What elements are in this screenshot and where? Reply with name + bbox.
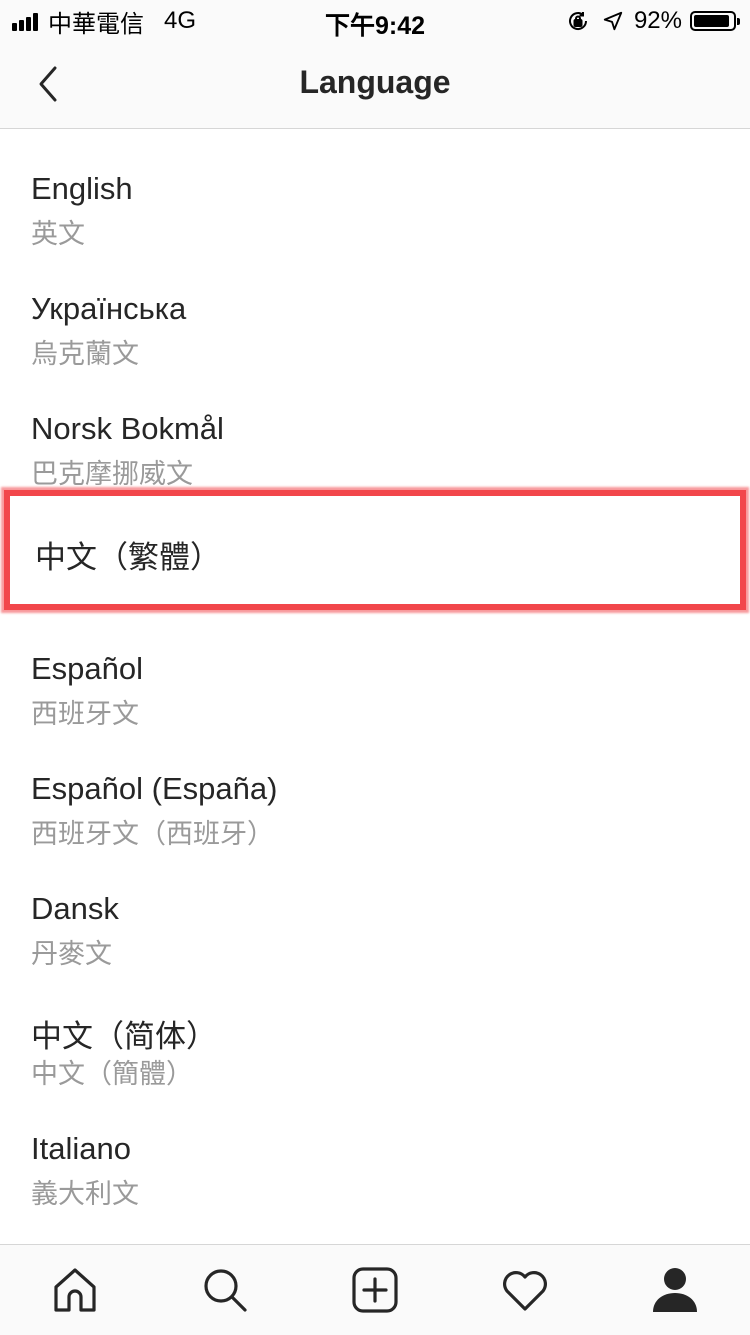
language-item-ukrainian[interactable]: Українська 烏克蘭文 [0, 250, 750, 370]
language-item-spanish[interactable]: Español 西班牙文 [0, 610, 750, 730]
add-post-icon [350, 1265, 400, 1315]
language-name: Español [31, 651, 144, 686]
language-name: Italiano [31, 1131, 131, 1166]
language-item-chinese-simplified[interactable]: 中文（简体） 中文（簡體） [0, 970, 750, 1090]
language-native-name: 烏克蘭文 [31, 339, 139, 369]
language-item-english[interactable]: English 英文 [0, 130, 750, 250]
heart-icon [499, 1265, 551, 1315]
language-native-name: 西班牙文 [31, 699, 139, 729]
search-icon [200, 1265, 250, 1315]
language-name: Norsk Bokmål [31, 411, 224, 446]
language-native-name: 中文（簡體） [31, 1059, 193, 1089]
battery-icon [690, 11, 740, 31]
language-item-danish[interactable]: Dansk 丹麥文 [0, 850, 750, 970]
language-native-name: 西班牙文（西班牙） [31, 819, 274, 849]
status-bar: 中華電信 4G 下午9:42 92% [0, 0, 750, 40]
profile-icon [650, 1265, 700, 1315]
language-native-name: 巴克摩挪威文 [31, 459, 193, 489]
page-title: Language [299, 64, 451, 100]
language-item-spanish-spain[interactable]: Español (España) 西班牙文（西班牙） [0, 730, 750, 850]
language-item-norwegian[interactable]: Norsk Bokmål 巴克摩挪威文 [0, 370, 750, 490]
language-native-name: 丹麥文 [31, 939, 112, 969]
language-name: Українська [31, 291, 187, 326]
language-name: 中文（简体） [31, 1019, 217, 1054]
status-right: 92% [566, 6, 740, 36]
tab-profile[interactable] [635, 1250, 715, 1330]
language-item-chinese-traditional-selected[interactable]: 中文（繁體） [4, 490, 746, 610]
language-item-italian[interactable]: Italiano 義大利文 [0, 1090, 750, 1210]
tab-search[interactable] [185, 1250, 265, 1330]
nav-bar: Language [0, 40, 750, 129]
language-name: Español (España) [31, 771, 278, 806]
orientation-lock-icon [566, 9, 590, 33]
language-list: English 英文 Українська 烏克蘭文 Norsk Bokmål … [0, 130, 750, 1210]
home-icon [50, 1265, 100, 1315]
language-name: English [31, 171, 133, 206]
language-native-name: 義大利文 [31, 1179, 139, 1209]
tab-bar [0, 1244, 750, 1335]
tab-activity[interactable] [485, 1250, 565, 1330]
location-icon [602, 10, 624, 32]
language-name: 中文（繁體） [35, 540, 221, 575]
tab-home[interactable] [35, 1250, 115, 1330]
tab-new-post[interactable] [335, 1250, 415, 1330]
language-name: Dansk [31, 891, 119, 926]
battery-percent: 92% [633, 7, 682, 34]
language-native-name: 英文 [31, 219, 85, 249]
